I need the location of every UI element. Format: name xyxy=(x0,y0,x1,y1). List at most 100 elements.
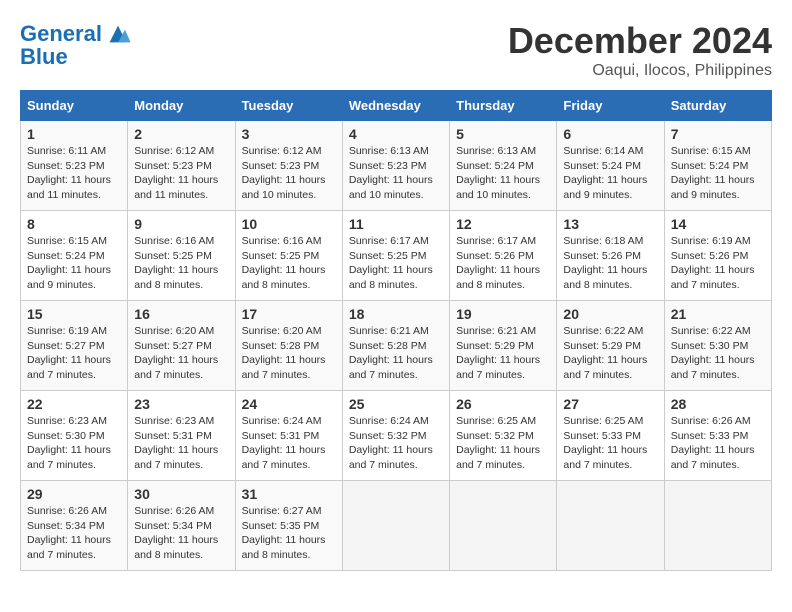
day-number: 5 xyxy=(456,126,550,142)
day-detail: Sunrise: 6:18 AMSunset: 5:26 PMDaylight:… xyxy=(563,234,657,293)
calendar-cell: 19 Sunrise: 6:21 AMSunset: 5:29 PMDayligh… xyxy=(450,301,557,391)
day-detail: Sunrise: 6:13 AMSunset: 5:24 PMDaylight:… xyxy=(456,144,550,203)
day-number: 31 xyxy=(242,486,336,502)
day-detail: Sunrise: 6:15 AMSunset: 5:24 PMDaylight:… xyxy=(27,234,121,293)
day-number: 13 xyxy=(563,216,657,232)
calendar-cell: 13 Sunrise: 6:18 AMSunset: 5:26 PMDayligh… xyxy=(557,211,664,301)
weekday-header-saturday: Saturday xyxy=(664,91,771,121)
day-number: 3 xyxy=(242,126,336,142)
day-detail: Sunrise: 6:20 AMSunset: 5:28 PMDaylight:… xyxy=(242,324,336,383)
calendar-cell: 6Sunrise: 6:14 AMSunset: 5:24 PMDaylight… xyxy=(557,121,664,211)
calendar-cell: 5 Sunrise: 6:13 AMSunset: 5:24 PMDaylight… xyxy=(450,121,557,211)
day-number: 20 xyxy=(563,306,657,322)
day-detail: Sunrise: 6:17 AMSunset: 5:25 PMDaylight:… xyxy=(349,234,443,293)
calendar-cell: 21 Sunrise: 6:22 AMSunset: 5:30 PMDayligh… xyxy=(664,301,771,391)
calendar-week-5: 29 Sunrise: 6:26 AMSunset: 5:34 PMDayligh… xyxy=(21,481,772,571)
calendar-cell: 2Sunrise: 6:12 AMSunset: 5:23 PMDaylight… xyxy=(128,121,235,211)
calendar-week-3: 15Sunrise: 6:19 AMSunset: 5:27 PMDayligh… xyxy=(21,301,772,391)
calendar-cell: 27 Sunrise: 6:25 AMSunset: 5:33 PMDayligh… xyxy=(557,391,664,481)
day-detail: Sunrise: 6:17 AMSunset: 5:26 PMDaylight:… xyxy=(456,234,550,293)
day-detail: Sunrise: 6:24 AMSunset: 5:32 PMDaylight:… xyxy=(349,414,443,473)
calendar-cell: 30 Sunrise: 6:26 AMSunset: 5:34 PMDayligh… xyxy=(128,481,235,571)
weekday-header-friday: Friday xyxy=(557,91,664,121)
day-number: 23 xyxy=(134,396,228,412)
day-detail: Sunrise: 6:11 AMSunset: 5:23 PMDaylight:… xyxy=(27,144,121,203)
calendar-week-2: 8 Sunrise: 6:15 AMSunset: 5:24 PMDaylight… xyxy=(21,211,772,301)
calendar-cell xyxy=(664,481,771,571)
weekday-header-wednesday: Wednesday xyxy=(342,91,449,121)
calendar-cell: 17 Sunrise: 6:20 AMSunset: 5:28 PMDayligh… xyxy=(235,301,342,391)
calendar-cell: 12 Sunrise: 6:17 AMSunset: 5:26 PMDayligh… xyxy=(450,211,557,301)
title-block: December 2024 Oaqui, Ilocos, Philippines xyxy=(508,20,772,80)
calendar-cell: 16Sunrise: 6:20 AMSunset: 5:27 PMDayligh… xyxy=(128,301,235,391)
location: Oaqui, Ilocos, Philippines xyxy=(508,62,772,80)
day-number: 30 xyxy=(134,486,228,502)
logo-text: General xyxy=(20,22,102,46)
day-number: 2 xyxy=(134,126,228,142)
calendar-cell: 1Sunrise: 6:11 AMSunset: 5:23 PMDaylight… xyxy=(21,121,128,211)
calendar-cell: 10 Sunrise: 6:16 AMSunset: 5:25 PMDayligh… xyxy=(235,211,342,301)
calendar-cell: 31 Sunrise: 6:27 AMSunset: 5:35 PMDayligh… xyxy=(235,481,342,571)
day-detail: Sunrise: 6:26 AMSunset: 5:34 PMDaylight:… xyxy=(27,504,121,563)
day-number: 11 xyxy=(349,216,443,232)
day-detail: Sunrise: 6:22 AMSunset: 5:30 PMDaylight:… xyxy=(671,324,765,383)
calendar-cell: 20 Sunrise: 6:22 AMSunset: 5:29 PMDayligh… xyxy=(557,301,664,391)
day-number: 21 xyxy=(671,306,765,322)
day-detail: Sunrise: 6:23 AMSunset: 5:30 PMDaylight:… xyxy=(27,414,121,473)
day-number: 29 xyxy=(27,486,121,502)
day-detail: Sunrise: 6:25 AMSunset: 5:33 PMDaylight:… xyxy=(563,414,657,473)
day-detail: Sunrise: 6:23 AMSunset: 5:31 PMDaylight:… xyxy=(134,414,228,473)
calendar-cell xyxy=(557,481,664,571)
calendar-cell: 23 Sunrise: 6:23 AMSunset: 5:31 PMDayligh… xyxy=(128,391,235,481)
day-detail: Sunrise: 6:20 AMSunset: 5:27 PMDaylight:… xyxy=(134,324,228,383)
day-number: 8 xyxy=(27,216,121,232)
day-number: 12 xyxy=(456,216,550,232)
calendar-table: SundayMondayTuesdayWednesdayThursdayFrid… xyxy=(20,90,772,571)
calendar-cell: 4 Sunrise: 6:13 AMSunset: 5:23 PMDaylight… xyxy=(342,121,449,211)
day-detail: Sunrise: 6:15 AMSunset: 5:24 PMDaylight:… xyxy=(671,144,765,203)
day-detail: Sunrise: 6:13 AMSunset: 5:23 PMDaylight:… xyxy=(349,144,443,203)
day-detail: Sunrise: 6:22 AMSunset: 5:29 PMDaylight:… xyxy=(563,324,657,383)
day-number: 28 xyxy=(671,396,765,412)
day-detail: Sunrise: 6:21 AMSunset: 5:29 PMDaylight:… xyxy=(456,324,550,383)
day-number: 10 xyxy=(242,216,336,232)
calendar-cell: 11 Sunrise: 6:17 AMSunset: 5:25 PMDayligh… xyxy=(342,211,449,301)
day-number: 19 xyxy=(456,306,550,322)
calendar-week-1: 1Sunrise: 6:11 AMSunset: 5:23 PMDaylight… xyxy=(21,121,772,211)
day-detail: Sunrise: 6:19 AMSunset: 5:27 PMDaylight:… xyxy=(27,324,121,383)
day-detail: Sunrise: 6:19 AMSunset: 5:26 PMDaylight:… xyxy=(671,234,765,293)
weekday-header-sunday: Sunday xyxy=(21,91,128,121)
calendar-cell: 29 Sunrise: 6:26 AMSunset: 5:34 PMDayligh… xyxy=(21,481,128,571)
weekday-header-thursday: Thursday xyxy=(450,91,557,121)
month-title: December 2024 xyxy=(508,20,772,62)
logo-icon xyxy=(104,20,132,48)
day-number: 27 xyxy=(563,396,657,412)
day-number: 4 xyxy=(349,126,443,142)
day-detail: Sunrise: 6:12 AMSunset: 5:23 PMDaylight:… xyxy=(242,144,336,203)
weekday-header-tuesday: Tuesday xyxy=(235,91,342,121)
day-detail: Sunrise: 6:26 AMSunset: 5:33 PMDaylight:… xyxy=(671,414,765,473)
calendar-cell: 25 Sunrise: 6:24 AMSunset: 5:32 PMDayligh… xyxy=(342,391,449,481)
calendar-cell: 18Sunrise: 6:21 AMSunset: 5:28 PMDayligh… xyxy=(342,301,449,391)
day-number: 25 xyxy=(349,396,443,412)
day-detail: Sunrise: 6:25 AMSunset: 5:32 PMDaylight:… xyxy=(456,414,550,473)
day-number: 7 xyxy=(671,126,765,142)
calendar-cell: 8 Sunrise: 6:15 AMSunset: 5:24 PMDaylight… xyxy=(21,211,128,301)
day-number: 14 xyxy=(671,216,765,232)
calendar-cell: 26 Sunrise: 6:25 AMSunset: 5:32 PMDayligh… xyxy=(450,391,557,481)
calendar-cell: 22 Sunrise: 6:23 AMSunset: 5:30 PMDayligh… xyxy=(21,391,128,481)
logo: General Blue xyxy=(20,20,132,70)
day-number: 17 xyxy=(242,306,336,322)
day-number: 6 xyxy=(563,126,657,142)
page-header: General Blue December 2024 Oaqui, Ilocos… xyxy=(20,20,772,80)
day-detail: Sunrise: 6:16 AMSunset: 5:25 PMDaylight:… xyxy=(242,234,336,293)
calendar-cell: 24Sunrise: 6:24 AMSunset: 5:31 PMDayligh… xyxy=(235,391,342,481)
calendar-cell xyxy=(342,481,449,571)
day-number: 18 xyxy=(349,306,443,322)
weekday-header-monday: Monday xyxy=(128,91,235,121)
day-detail: Sunrise: 6:27 AMSunset: 5:35 PMDaylight:… xyxy=(242,504,336,563)
day-number: 24 xyxy=(242,396,336,412)
day-number: 22 xyxy=(27,396,121,412)
day-detail: Sunrise: 6:26 AMSunset: 5:34 PMDaylight:… xyxy=(134,504,228,563)
day-number: 26 xyxy=(456,396,550,412)
